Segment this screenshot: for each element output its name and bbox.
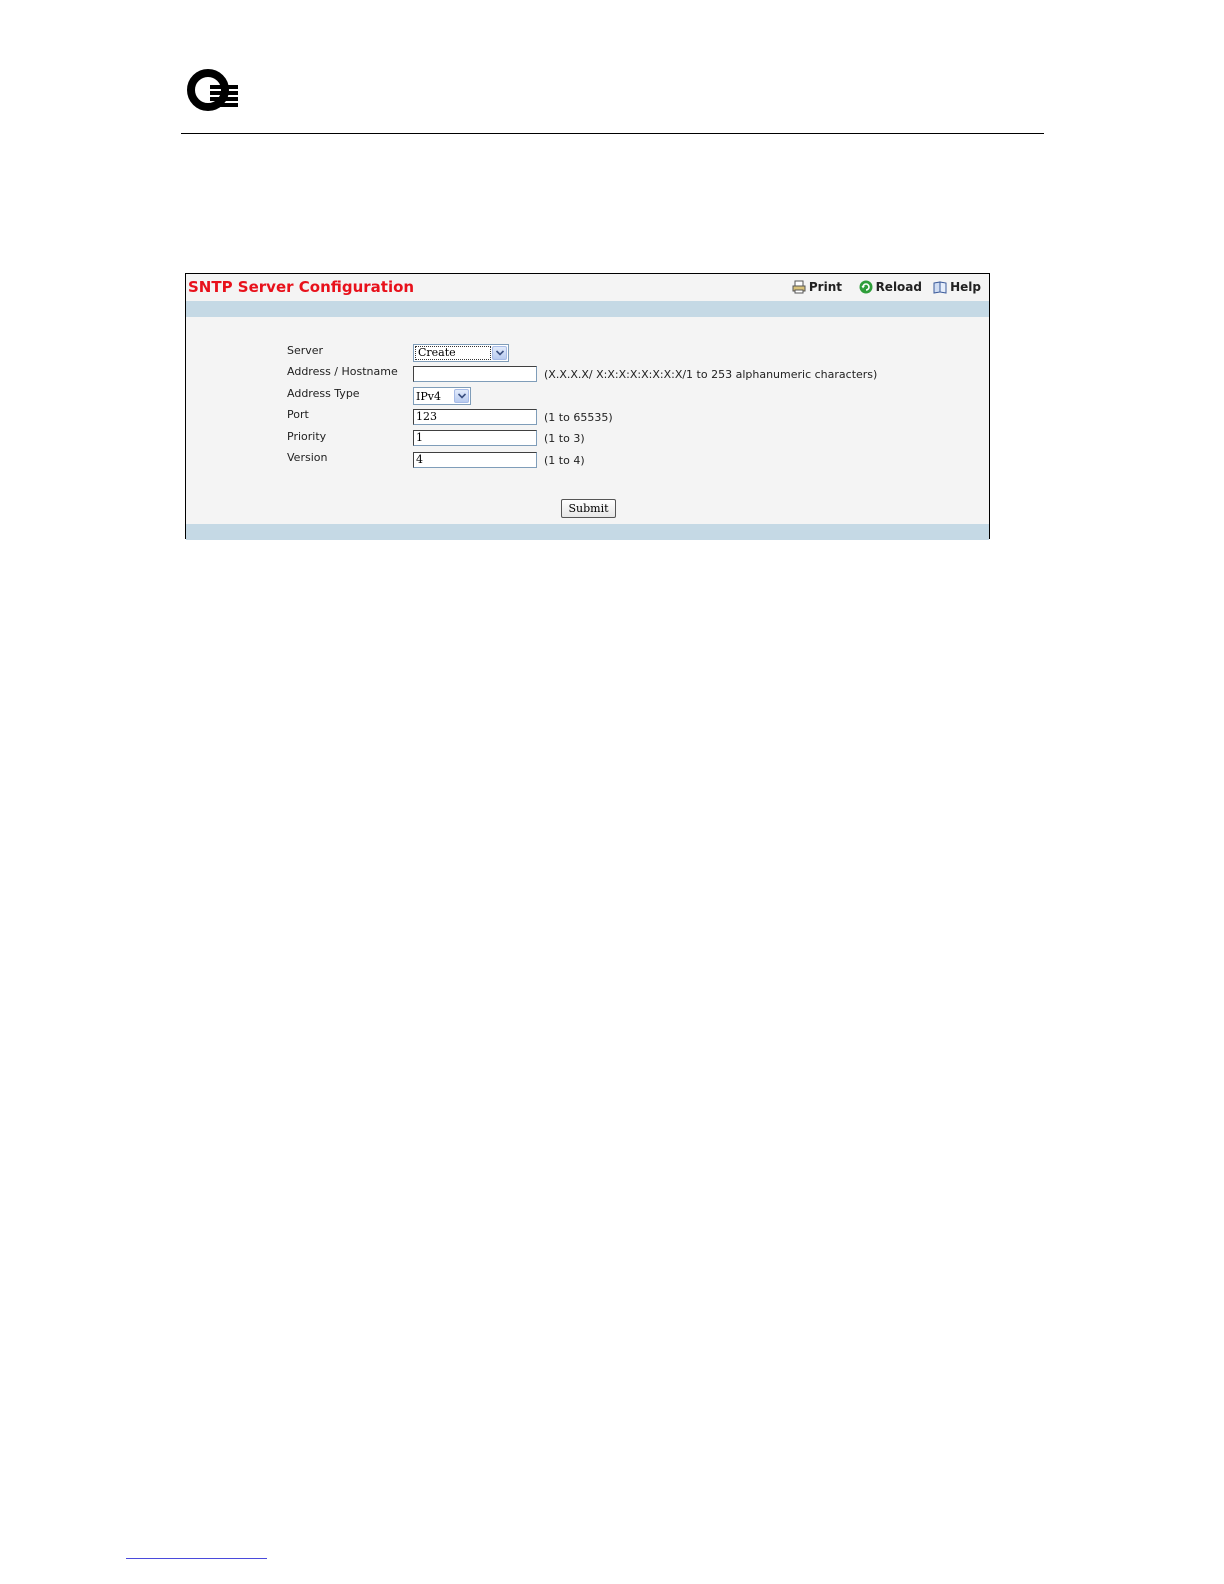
port-input[interactable]: 123 xyxy=(413,409,537,425)
priority-input[interactable]: 1 xyxy=(413,430,537,446)
footer-band xyxy=(186,524,989,540)
print-label: Print xyxy=(808,280,842,294)
address-type-label: Address Type xyxy=(287,387,360,400)
footer-link-underline xyxy=(126,1558,267,1559)
address-type-value: IPv4 xyxy=(416,389,441,403)
help-label: Help xyxy=(950,280,981,294)
logo-icon xyxy=(187,69,238,111)
chevron-down-icon xyxy=(492,346,507,360)
printer-icon xyxy=(792,280,806,294)
port-label: Port xyxy=(287,408,309,421)
priority-hint: (1 to 3) xyxy=(544,432,585,445)
header-band xyxy=(186,301,989,317)
version-input[interactable]: 4 xyxy=(413,452,537,468)
sntp-server-panel: SNTP Server Configuration Print Reload H… xyxy=(185,273,990,540)
priority-label: Priority xyxy=(287,430,327,443)
reload-button[interactable]: Reload xyxy=(859,279,922,295)
version-label: Version xyxy=(287,451,328,464)
help-book-icon xyxy=(933,281,947,294)
port-hint: (1 to 65535) xyxy=(544,411,613,424)
server-select[interactable]: Create xyxy=(413,344,509,362)
reload-label: Reload xyxy=(875,280,922,294)
print-button[interactable]: Print xyxy=(792,279,842,295)
help-button[interactable]: Help xyxy=(933,279,981,295)
page-title: SNTP Server Configuration xyxy=(188,278,415,296)
server-select-value: Create xyxy=(415,346,491,360)
submit-button[interactable]: Submit xyxy=(561,499,616,518)
address-label: Address / Hostname xyxy=(287,365,398,378)
address-type-select[interactable]: IPv4 xyxy=(413,387,471,405)
reload-icon xyxy=(859,280,873,294)
address-input[interactable] xyxy=(413,366,537,382)
header-divider xyxy=(181,133,1044,134)
server-label: Server xyxy=(287,344,324,357)
address-hint: (X.X.X.X/ X:X:X:X:X:X:X:X/1 to 253 alpha… xyxy=(544,368,878,381)
chevron-down-icon xyxy=(454,389,469,403)
version-hint: (1 to 4) xyxy=(544,454,585,467)
